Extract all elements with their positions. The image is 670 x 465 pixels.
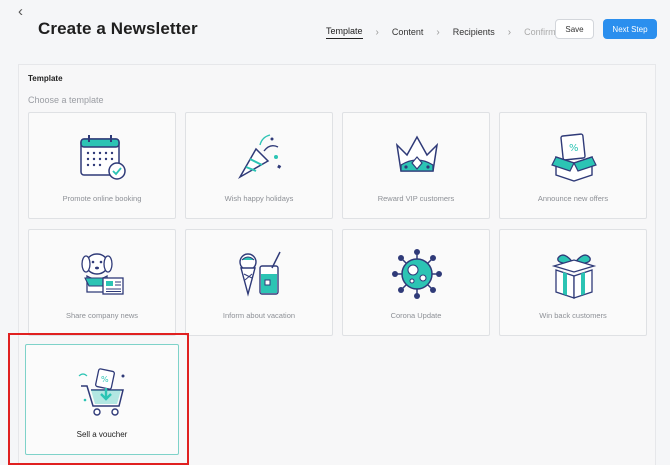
wizard-steps: Template › Content › Recipients › Confir…	[326, 24, 556, 40]
calendar-icon	[80, 135, 126, 180]
template-label: Inform about vacation	[222, 311, 296, 320]
discount-box-icon: %	[551, 133, 597, 182]
save-button[interactable]: Save	[555, 19, 594, 39]
template-label: Announce new offers	[537, 194, 609, 203]
next-step-button[interactable]: Next Step	[603, 19, 657, 39]
template-label: Win back customers	[539, 311, 607, 320]
crown-icon	[395, 135, 439, 172]
step-separator-icon: ›	[507, 26, 512, 38]
party-popper-icon	[237, 134, 282, 180]
template-card-inform-about-vacation[interactable]: Inform about vacation	[185, 229, 333, 336]
step-separator-icon: ›	[375, 26, 379, 38]
template-label: Corona Update	[390, 311, 442, 320]
template-card-sell-a-voucher[interactable]: % Sell a voucher	[25, 344, 179, 455]
step-content[interactable]: Content	[392, 27, 424, 37]
virus-icon	[392, 249, 442, 299]
dog-newspaper-icon	[81, 253, 124, 295]
step-template[interactable]: Template	[326, 26, 363, 39]
template-label: Share company news	[65, 311, 139, 320]
svg-text:%: %	[569, 143, 579, 154]
panel-subtitle: Choose a template	[28, 95, 104, 105]
template-label: Reward VIP customers	[377, 194, 455, 203]
template-label: Sell a voucher	[76, 430, 128, 439]
step-recipients[interactable]: Recipients	[453, 27, 495, 37]
template-label: Promote online booking	[62, 194, 142, 203]
template-card-wish-happy-holidays[interactable]: Wish happy holidays	[185, 112, 333, 219]
page-title: Create a Newsletter	[38, 19, 198, 38]
gift-icon	[551, 254, 597, 299]
template-label: Wish happy holidays	[224, 194, 294, 203]
step-confirm[interactable]: Confirm	[524, 27, 556, 37]
template-card-reward-vip-customers[interactable]: Reward VIP customers	[342, 112, 490, 219]
svg-text:%: %	[101, 375, 109, 384]
panel-title: Template	[28, 74, 63, 83]
voucher-cart-icon: %	[78, 368, 125, 416]
step-separator-icon: ›	[436, 26, 440, 38]
template-card-promote-online-booking[interactable]: Promote online booking	[28, 112, 176, 219]
ice-cream-drink-icon	[239, 251, 281, 297]
template-card-announce-new-offers[interactable]: % Announce new offers	[499, 112, 647, 219]
template-panel: Template Choose a template Promote onlin…	[18, 64, 656, 465]
template-card-win-back-customers[interactable]: Win back customers	[499, 229, 647, 336]
template-card-corona-update[interactable]: Corona Update	[342, 229, 490, 336]
template-card-share-company-news[interactable]: Share company news	[28, 229, 176, 336]
back-chevron-icon[interactable]: ‹	[18, 4, 34, 19]
